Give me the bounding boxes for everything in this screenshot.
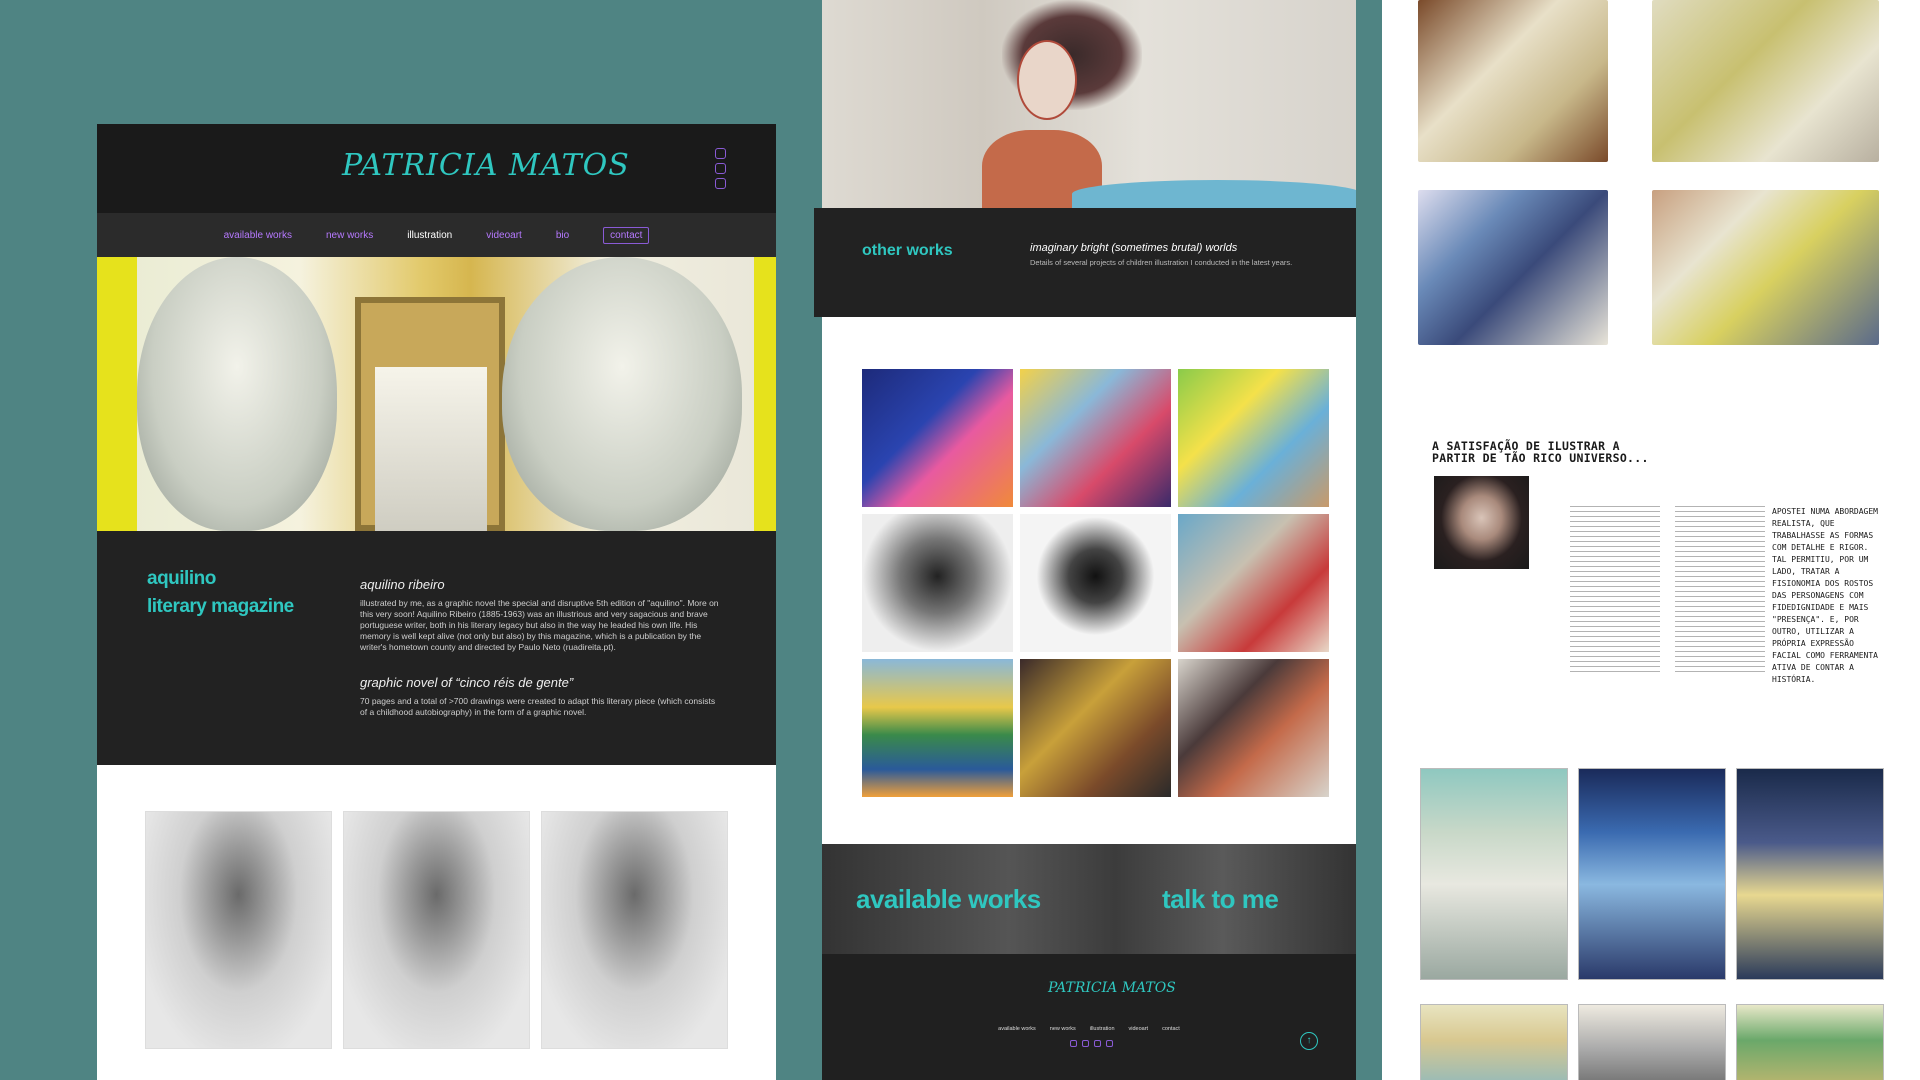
main-nav: available works new works illustration v… <box>97 213 776 257</box>
hero-old-face-artwork <box>502 257 742 531</box>
sketch-image[interactable] <box>541 811 728 1049</box>
article-title: A SATISFAÇÃO DE ILUSTRAR A PARTIR DE TÃO… <box>1432 439 1649 465</box>
nav-illustration[interactable]: illustration <box>407 230 452 241</box>
magazine-photo <box>1418 0 1608 162</box>
footer-logo[interactable]: PATRICIA MATOS <box>1048 980 1176 996</box>
nav-bio[interactable]: bio <box>556 230 569 241</box>
nav-contact[interactable]: contact <box>603 226 650 244</box>
nav-available-works[interactable]: available works <box>224 230 292 241</box>
sketch-image[interactable] <box>343 811 530 1049</box>
cta-available-works[interactable]: available works <box>856 884 1041 915</box>
artwork-thumbnail[interactable] <box>862 514 1013 652</box>
hero-young-face-artwork <box>137 257 337 531</box>
facebook-icon[interactable] <box>715 163 726 174</box>
facebook-icon[interactable] <box>1106 1040 1113 1047</box>
instagram-icon[interactable] <box>1094 1040 1101 1047</box>
other-works-tagline: imaginary bright (sometimes brutal) worl… <box>1030 242 1238 254</box>
feature-section1-title: aquilino ribeiro <box>360 577 445 592</box>
footer-nav-item[interactable]: contact <box>1162 1026 1180 1032</box>
graphic-novel-showcase: A SATISFAÇÃO DE ILUSTRAR A PARTIR DE TÃO… <box>1382 0 1920 1080</box>
sea-wave-artwork <box>1072 180 1356 208</box>
artwork-thumbnail[interactable] <box>1020 369 1171 507</box>
social-links <box>715 148 726 189</box>
scroll-top-button[interactable]: ↑ <box>1300 1032 1318 1050</box>
cta-banner: available works talk to me <box>822 844 1356 954</box>
other-works-section <box>822 317 1356 844</box>
mail-icon[interactable] <box>1070 1040 1077 1047</box>
nav-videoart[interactable]: videoart <box>486 230 522 241</box>
sketch-gallery <box>145 811 728 1049</box>
hero-yellow-bar-right <box>754 257 776 531</box>
whatsapp-icon[interactable] <box>1082 1040 1089 1047</box>
article-column-text <box>1675 506 1765 676</box>
footer-social-icons <box>1070 1040 1113 1047</box>
site-header: PATRICIA MATOS <box>97 124 776 213</box>
magazine-photo <box>1652 0 1879 162</box>
mail-icon[interactable] <box>715 178 726 189</box>
feature-info: aquilino literary magazine aquilino ribe… <box>97 531 776 765</box>
artwork-thumbnail[interactable] <box>1178 514 1329 652</box>
magazine-photo <box>1652 190 1879 345</box>
artwork-grid <box>862 369 1329 797</box>
other-works-title: other works <box>862 242 953 259</box>
feature-section1-text: illustrated by me, as a graphic novel th… <box>360 598 719 652</box>
footer-nav-item[interactable]: illustration <box>1090 1026 1115 1032</box>
feature-side-title: aquilino literary magazine <box>147 565 294 621</box>
footer-nav-item[interactable]: new works <box>1050 1026 1076 1032</box>
feature-side-title-line1: aquilino <box>147 568 216 589</box>
artwork-thumbnail[interactable] <box>1178 369 1329 507</box>
woman-face-artwork <box>1017 40 1077 120</box>
site-logo[interactable]: PATRICIA MATOS <box>342 148 630 183</box>
footer-nav: available works new works illustration v… <box>822 1026 1356 1032</box>
footer-nav-item[interactable]: videoart <box>1129 1026 1149 1032</box>
comic-page <box>1420 1004 1568 1080</box>
comic-page <box>1736 1004 1884 1080</box>
comic-page <box>1578 1004 1726 1080</box>
artwork-thumbnail[interactable] <box>862 659 1013 797</box>
comic-page <box>1578 768 1726 980</box>
hero-yellow-bar-left <box>97 257 137 531</box>
woman-illustration <box>822 0 1356 208</box>
feature-side-title-line2: literary magazine <box>147 596 294 617</box>
author-portrait <box>1434 476 1529 569</box>
other-works-description: Details of several projects of children … <box>1030 258 1293 267</box>
cta-talk-to-me[interactable]: talk to me <box>1162 884 1279 915</box>
other-works-header: other works imaginary bright (sometimes … <box>814 208 1356 317</box>
sketch-image[interactable] <box>145 811 332 1049</box>
comic-page <box>1736 768 1884 980</box>
article-pull-quote: APOSTEI NUMA ABORDAGEM REALISTA, QUE TRA… <box>1772 507 1878 684</box>
site-footer: PATRICIA MATOS available works new works… <box>822 954 1356 1080</box>
footer-nav-item[interactable]: available works <box>998 1026 1036 1032</box>
comic-page <box>1420 768 1568 980</box>
website-mockup-other-works: other works imaginary bright (sometimes … <box>814 0 1356 1080</box>
magazine-photo <box>1418 190 1608 345</box>
instagram-icon[interactable] <box>715 148 726 159</box>
nav-new-works[interactable]: new works <box>326 230 373 241</box>
artwork-thumbnail[interactable] <box>862 369 1013 507</box>
artwork-thumbnail[interactable] <box>1020 514 1171 652</box>
website-mockup-aquilino: PATRICIA MATOS available works new works… <box>97 124 776 1080</box>
artwork-thumbnail[interactable] <box>1178 659 1329 797</box>
article-column-text <box>1570 506 1660 676</box>
artwork-thumbnail[interactable] <box>1020 659 1171 797</box>
hero-gate-inner-artwork <box>375 367 487 531</box>
feature-section2-title: graphic novel of “cinco réis de gente” <box>360 675 574 690</box>
hero-illustration <box>97 257 776 531</box>
feature-section2-text: 70 pages and a total of >700 drawings we… <box>360 696 716 717</box>
feature-text: aquilino ribeiro illustrated by me, as a… <box>360 577 720 740</box>
